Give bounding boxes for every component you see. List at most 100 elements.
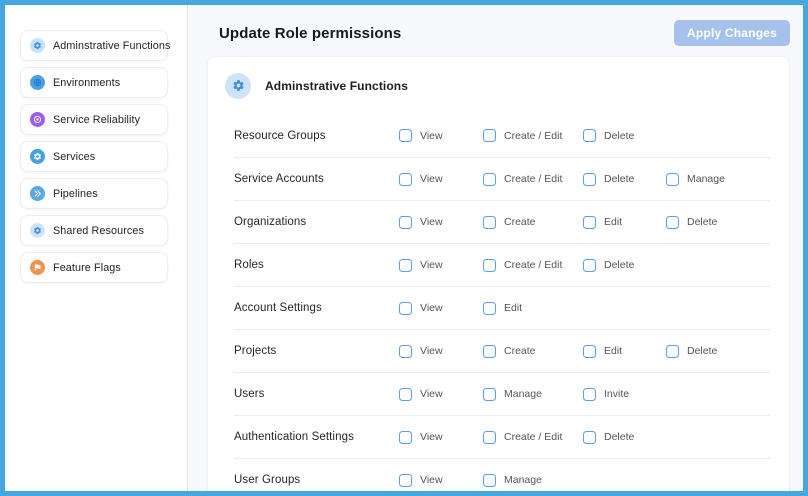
checkbox-authentication-settings-delete[interactable] <box>583 431 596 444</box>
permission-option-view: View <box>399 345 483 358</box>
checkbox-users-view[interactable] <box>399 388 412 401</box>
checkbox-label: View <box>420 259 443 271</box>
checkbox-resource-groups-delete[interactable] <box>583 129 596 142</box>
checkbox-projects-delete[interactable] <box>666 345 679 358</box>
main-content: Update Role permissions Apply Changes Ad… <box>188 5 803 491</box>
permission-option-create-edit: Create / Edit <box>483 431 583 444</box>
permission-option-view: View <box>399 216 483 229</box>
checkbox-resource-groups-create-edit[interactable] <box>483 129 496 142</box>
panel-header: Adminstrative Functions <box>225 57 770 114</box>
row-label: Users <box>234 388 399 400</box>
permission-option-edit: Edit <box>583 345 666 358</box>
checkbox-label: Create <box>504 216 536 228</box>
checkbox-label: View <box>420 388 443 400</box>
checkbox-resource-groups-view[interactable] <box>399 129 412 142</box>
checkbox-label: Edit <box>604 216 622 228</box>
permission-option-invite: Invite <box>583 388 666 401</box>
checkbox-service-accounts-create-edit[interactable] <box>483 173 496 186</box>
sidebar-item-adminstrative-functions[interactable]: Adminstrative Functions <box>20 30 168 61</box>
sidebar-items: Adminstrative Functions Environments Servi… <box>20 30 172 283</box>
checkbox-organizations-view[interactable] <box>399 216 412 229</box>
checkbox-organizations-delete[interactable] <box>666 216 679 229</box>
checkbox-projects-create[interactable] <box>483 345 496 358</box>
checkbox-label: Manage <box>504 388 542 400</box>
row-label: User Groups <box>234 474 399 486</box>
checkbox-roles-create-edit[interactable] <box>483 259 496 272</box>
permission-option-create-edit: Create / Edit <box>483 173 583 186</box>
sidebar-item-label: Shared Resources <box>53 225 144 237</box>
page-frame: Adminstrative Functions Environments Servi… <box>0 0 808 496</box>
permission-option-manage: Manage <box>483 474 583 487</box>
checkbox-organizations-edit[interactable] <box>583 216 596 229</box>
checkbox-label: Delete <box>604 431 634 443</box>
permission-option-delete: Delete <box>583 173 666 186</box>
row-label: Account Settings <box>234 302 399 314</box>
main-header: Update Role permissions Apply Changes <box>219 20 790 46</box>
permission-option-manage: Manage <box>666 173 770 186</box>
checkbox-label: Delete <box>687 216 717 228</box>
sidebar-item-shared-resources[interactable]: Shared Resources <box>20 215 168 246</box>
checkbox-label: Create / Edit <box>504 173 562 185</box>
checkbox-projects-edit[interactable] <box>583 345 596 358</box>
row-label: Roles <box>234 259 399 271</box>
checkbox-service-accounts-manage[interactable] <box>666 173 679 186</box>
permissions-panel: Adminstrative Functions Resource GroupsV… <box>207 56 790 491</box>
checkbox-roles-delete[interactable] <box>583 259 596 272</box>
checkbox-account-settings-view[interactable] <box>399 302 412 315</box>
checkbox-label: View <box>420 345 443 357</box>
checkbox-authentication-settings-create-edit[interactable] <box>483 431 496 444</box>
permission-option-view: View <box>399 129 483 142</box>
permission-option-view: View <box>399 388 483 401</box>
checkbox-authentication-settings-view[interactable] <box>399 431 412 444</box>
permission-row-resource-groups: Resource GroupsViewCreate / EditDelete <box>234 114 770 157</box>
flag-icon <box>30 260 45 275</box>
checkbox-service-accounts-view[interactable] <box>399 173 412 186</box>
permission-row-projects: ProjectsViewCreateEditDelete <box>234 329 770 372</box>
permission-option-delete: Delete <box>583 129 666 142</box>
sidebar-item-environments[interactable]: Environments <box>20 67 168 98</box>
permission-rows: Resource GroupsViewCreate / EditDeleteSe… <box>234 114 770 491</box>
checkbox-label: Manage <box>504 474 542 486</box>
checkbox-label: Create / Edit <box>504 130 562 142</box>
checkbox-label: Create / Edit <box>504 431 562 443</box>
permission-option-delete: Delete <box>666 216 770 229</box>
checkbox-users-manage[interactable] <box>483 388 496 401</box>
checkbox-label: Delete <box>604 259 634 271</box>
permission-option-view: View <box>399 474 483 487</box>
permission-row-authentication-settings: Authentication SettingsView Create / Edit… <box>234 415 770 458</box>
sidebar-item-label: Pipelines <box>53 188 98 200</box>
gear-icon <box>225 73 251 99</box>
checkbox-user-groups-manage[interactable] <box>483 474 496 487</box>
checkbox-user-groups-view[interactable] <box>399 474 412 487</box>
sidebar-item-services[interactable]: Services <box>20 141 168 172</box>
sidebar-item-feature-flags[interactable]: Feature Flags <box>20 252 168 283</box>
permission-option-create: Create <box>483 216 583 229</box>
checkbox-label: Invite <box>604 388 629 400</box>
checkbox-label: View <box>420 130 443 142</box>
checkbox-account-settings-edit[interactable] <box>483 302 496 315</box>
permission-option-edit: Edit <box>583 216 666 229</box>
permission-row-account-settings: Account SettingsViewEdit <box>234 286 770 329</box>
apply-changes-button[interactable]: Apply Changes <box>674 20 790 46</box>
shared-resources-icon <box>30 223 45 238</box>
checkbox-roles-view[interactable] <box>399 259 412 272</box>
permission-option-view: View <box>399 431 483 444</box>
checkbox-service-accounts-delete[interactable] <box>583 173 596 186</box>
checkbox-users-invite[interactable] <box>583 388 596 401</box>
checkbox-label: View <box>420 216 443 228</box>
row-label: Authentication Settings <box>234 431 399 443</box>
sidebar-item-label: Environments <box>53 77 120 89</box>
checkbox-organizations-create[interactable] <box>483 216 496 229</box>
checkbox-projects-view[interactable] <box>399 345 412 358</box>
permission-row-user-groups: User GroupsView Manage <box>234 458 770 491</box>
permission-option-create: Create <box>483 345 583 358</box>
sidebar-item-label: Service Reliability <box>53 114 140 126</box>
sidebar-item-service-reliability[interactable]: Service Reliability <box>20 104 168 135</box>
permission-row-service-accounts: Service AccountsViewCreate / EditDeleteM… <box>234 157 770 200</box>
checkbox-label: Create <box>504 345 536 357</box>
sidebar-item-pipelines[interactable]: Pipelines <box>20 178 168 209</box>
permission-row-users: Users View Manage Invite <box>234 372 770 415</box>
permission-row-roles: RolesViewCreate / EditDelete <box>234 243 770 286</box>
page-title: Update Role permissions <box>219 25 401 42</box>
permission-option-view: View <box>399 302 483 315</box>
